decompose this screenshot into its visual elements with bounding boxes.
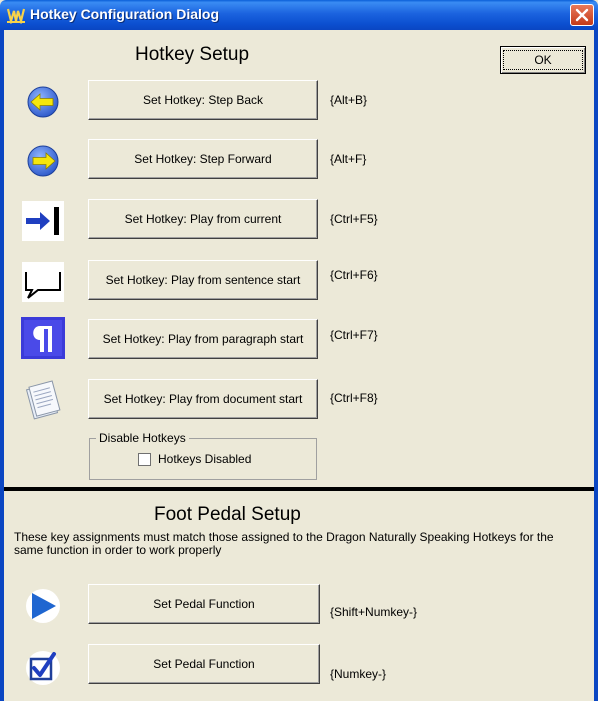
document-icon <box>25 380 61 420</box>
play-from-paragraph-start-key: {Ctrl+F7} <box>330 328 378 342</box>
play-from-current-key: {Ctrl+F5} <box>330 212 378 226</box>
speech-bubble-icon <box>22 262 64 302</box>
step-forward-key: {Alt+F} <box>330 152 367 166</box>
set-hotkey-play-from-sentence-start-button[interactable]: Set Hotkey: Play from sentence start <box>88 260 318 300</box>
set-hotkey-step-back-button[interactable]: Set Hotkey: Step Back <box>88 80 318 120</box>
pilcrow-icon <box>21 317 65 359</box>
set-hotkey-play-from-current-button[interactable]: Set Hotkey: Play from current <box>88 199 318 239</box>
app-icon <box>6 8 26 24</box>
ok-button[interactable]: OK <box>500 46 586 74</box>
set-pedal-function-button-1[interactable]: Set Pedal Function <box>88 584 320 624</box>
forward-arrow-icon <box>27 145 59 177</box>
play-from-sentence-start-key: {Ctrl+F6} <box>330 268 378 282</box>
section-divider <box>4 487 594 491</box>
close-icon <box>575 8 589 22</box>
checkmark-icon <box>26 651 60 685</box>
foot-pedal-instructions: These key assignments must match those a… <box>14 530 554 557</box>
pedal-function-key-1: {Shift+Numkey-} <box>330 605 418 619</box>
set-hotkey-play-from-paragraph-start-button[interactable]: Set Hotkey: Play from paragraph start <box>88 319 318 359</box>
foot-pedal-setup-heading: Foot Pedal Setup <box>154 504 301 525</box>
set-pedal-function-button-2[interactable]: Set Pedal Function <box>88 644 320 684</box>
ok-button-label: OK <box>503 50 583 70</box>
disable-hotkeys-legend: Disable Hotkeys <box>96 431 189 445</box>
window-frame-right <box>594 30 598 701</box>
pedal-function-key-2: {Numkey-} <box>330 667 387 681</box>
back-arrow-icon <box>27 86 59 118</box>
play-from-document-start-key: {Ctrl+F8} <box>330 391 378 405</box>
hotkeys-disabled-checkbox[interactable] <box>138 453 151 466</box>
hotkey-setup-heading: Hotkey Setup <box>135 44 250 65</box>
play-from-current-icon <box>22 201 64 241</box>
hotkeys-disabled-label[interactable]: Hotkeys Disabled <box>158 452 251 466</box>
step-back-key: {Alt+B} <box>330 93 368 107</box>
window-frame-left <box>0 30 4 701</box>
play-triangle-icon <box>26 589 60 623</box>
set-hotkey-step-forward-button[interactable]: Set Hotkey: Step Forward <box>88 139 318 179</box>
set-hotkey-play-from-document-start-button[interactable]: Set Hotkey: Play from document start <box>88 379 318 419</box>
window-title: Hotkey Configuration Dialog <box>30 6 219 22</box>
title-bar[interactable]: Hotkey Configuration Dialog <box>0 0 598 30</box>
close-button[interactable] <box>570 4 594 26</box>
